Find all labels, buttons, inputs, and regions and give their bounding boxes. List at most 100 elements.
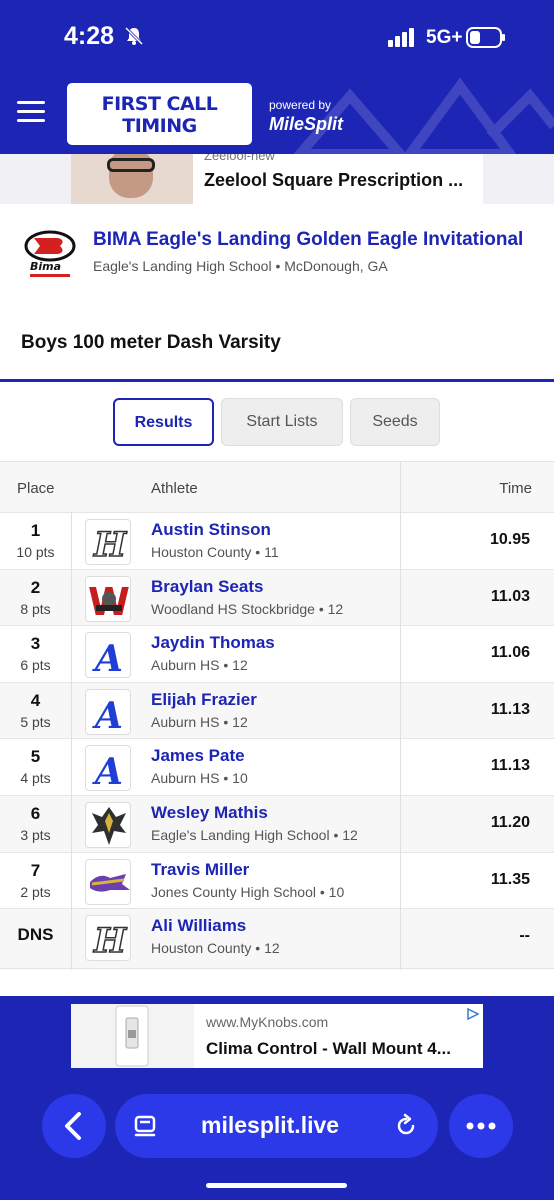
athlete-name[interactable]: James Pate — [151, 746, 245, 766]
result-time: 11.06 — [490, 644, 530, 662]
place: 6 — [30, 804, 41, 823]
athlete-name[interactable]: Wesley Mathis — [151, 803, 268, 823]
athlete-name[interactable]: Jaydin Thomas — [151, 633, 275, 653]
place: 4 — [30, 690, 41, 710]
network-type: 5G+ — [426, 27, 463, 48]
svg-text:Bima: Bima — [30, 260, 61, 273]
meet-location: Eagle's Landing High School • McDonough,… — [93, 258, 388, 274]
logo-line1: FIRST CALL — [101, 93, 218, 115]
place: 7 — [30, 860, 41, 880]
auburn-logo: A — [85, 632, 131, 679]
results-table: Place Athlete Time 1 10 pts H Austin Sti… — [0, 461, 554, 970]
app-header: FIRST CALL TIMING powered by MileSplit — [0, 76, 554, 154]
svg-text:H: H — [93, 921, 128, 961]
ad-top[interactable]: Zeelool-new Zeelool Square Prescription … — [71, 154, 483, 204]
points: 8 pts — [20, 600, 51, 617]
ad-bottom-title: Clima Control - Wall Mount 4... — [206, 1039, 451, 1058]
back-button[interactable] — [42, 1094, 106, 1158]
table-row[interactable]: 1 10 pts H Austin Stinson Houston County… — [0, 512, 554, 569]
woodland-wolfpack-logo: W — [85, 575, 131, 622]
place: 5 — [30, 747, 41, 767]
result-time: 11.13 — [490, 757, 530, 775]
logo-line2: TIMING — [122, 115, 197, 137]
athlete-name[interactable]: Travis Miller — [151, 860, 249, 880]
points: 10 pts — [16, 544, 55, 560]
athlete-name[interactable]: Austin Stinson — [151, 520, 271, 540]
header-place: Place — [17, 480, 55, 497]
points: 2 pts — [20, 883, 51, 900]
column-divider — [400, 462, 401, 970]
svg-text:H: H — [93, 525, 128, 565]
meet-title[interactable]: BIMA Eagle's Landing Golden Eagle Invita… — [93, 229, 523, 251]
houston-county-logo: H — [85, 519, 131, 565]
svg-text:A: A — [92, 638, 123, 678]
table-row[interactable]: 6 3 pts Wesley Mathis Eagle's Landing Hi… — [0, 795, 554, 852]
more-button[interactable] — [449, 1094, 513, 1158]
ad-top-advertiser: Zeelool-new — [204, 154, 275, 163]
result-time: 11.03 — [490, 587, 530, 605]
tabs-icon[interactable] — [133, 1114, 159, 1140]
table-row[interactable]: 5 4 pts A James Pate Auburn HS • 10 11.1… — [0, 738, 554, 795]
table-row[interactable]: 4 5 pts A Elijah Frazier Auburn HS • 12 … — [0, 681, 554, 739]
athlete-team: Houston County • 11 — [151, 544, 279, 560]
event-title: Boys 100 meter Dash Varsity — [21, 332, 281, 353]
ad-top-title: Zeelool Square Prescription ... — [204, 170, 464, 190]
points: 5 pts — [20, 713, 51, 730]
status-bar: 4:28 5G+ — [0, 0, 554, 76]
address-bar[interactable]: milesplit.live — [115, 1094, 438, 1158]
auburn-logo: A — [85, 688, 131, 735]
eagles-landing-logo — [85, 802, 131, 848]
home-indicator — [206, 1183, 347, 1188]
reload-icon[interactable] — [393, 1113, 419, 1139]
result-time: 11.20 — [490, 814, 530, 831]
svg-text:A: A — [92, 695, 123, 735]
points: 3 pts — [20, 827, 51, 843]
result-time: 11.35 — [490, 870, 530, 888]
table-row[interactable]: 2 8 pts W Braylan Seats Woodland HS Stoc… — [0, 568, 554, 626]
header-athlete: Athlete — [151, 480, 198, 497]
result-time: 10.95 — [489, 531, 530, 548]
tab-start-lists[interactable]: Start Lists — [221, 398, 343, 446]
athlete-name[interactable]: Elijah Frazier — [151, 690, 257, 710]
points: 6 pts — [20, 657, 51, 674]
svg-text:A: A — [92, 751, 123, 791]
place: 3 — [30, 634, 41, 654]
result-time: 11.13 — [490, 700, 530, 718]
ad-bottom-url: www.MyKnobs.com — [206, 1014, 329, 1030]
ad-bottom[interactable]: www.MyKnobs.com Clima Control - Wall Mou… — [71, 1004, 483, 1068]
chevron-left-icon — [65, 1112, 81, 1140]
athlete-name[interactable]: Ali Williams — [151, 916, 246, 936]
houston-county-logo: H — [85, 915, 131, 962]
ad-bottom-image — [71, 1004, 194, 1068]
signal-icon — [388, 28, 414, 47]
header-time: Time — [499, 480, 532, 497]
powered-by-label: powered by — [269, 98, 332, 112]
athlete-team: Eagle's Landing High School • 12 — [151, 827, 358, 843]
athlete-team: Auburn HS • 12 — [151, 657, 248, 674]
tab-seeds[interactable]: Seeds — [350, 398, 440, 446]
bima-logo: Bima — [24, 230, 76, 277]
adchoices-icon[interactable] — [467, 1008, 479, 1020]
points: 4 pts — [20, 770, 51, 787]
athlete-team: Auburn HS • 12 — [151, 713, 248, 730]
milesplit-brand: MileSplit — [269, 114, 344, 134]
place: 2 — [30, 577, 41, 597]
bell-muted-icon — [124, 26, 144, 46]
menu-button[interactable] — [17, 101, 45, 123]
athlete-name[interactable]: Braylan Seats — [151, 577, 263, 597]
first-call-timing-logo[interactable]: FIRST CALL TIMING — [67, 83, 252, 145]
table-row[interactable]: DNS H Ali Williams Houston County • 12 -… — [0, 908, 554, 965]
url-text: milesplit.live — [201, 1112, 340, 1138]
ad-top-image — [71, 154, 193, 204]
place: 1 — [30, 521, 41, 540]
table-row[interactable]: 3 6 pts A Jaydin Thomas Auburn HS • 12 1… — [0, 625, 554, 682]
tab-results[interactable]: Results — [113, 398, 214, 446]
battery-icon — [466, 27, 505, 48]
table-header: Place Athlete Time — [0, 462, 554, 512]
more-dots-icon — [466, 1122, 496, 1130]
divider — [0, 379, 554, 382]
athlete-team: Jones County High School • 10 — [151, 883, 345, 900]
table-row[interactable]: 7 2 pts Travis Miller Jones County High … — [0, 851, 554, 909]
athlete-team: Auburn HS • 10 — [151, 770, 248, 787]
athlete-team: Houston County • 12 — [151, 940, 280, 957]
